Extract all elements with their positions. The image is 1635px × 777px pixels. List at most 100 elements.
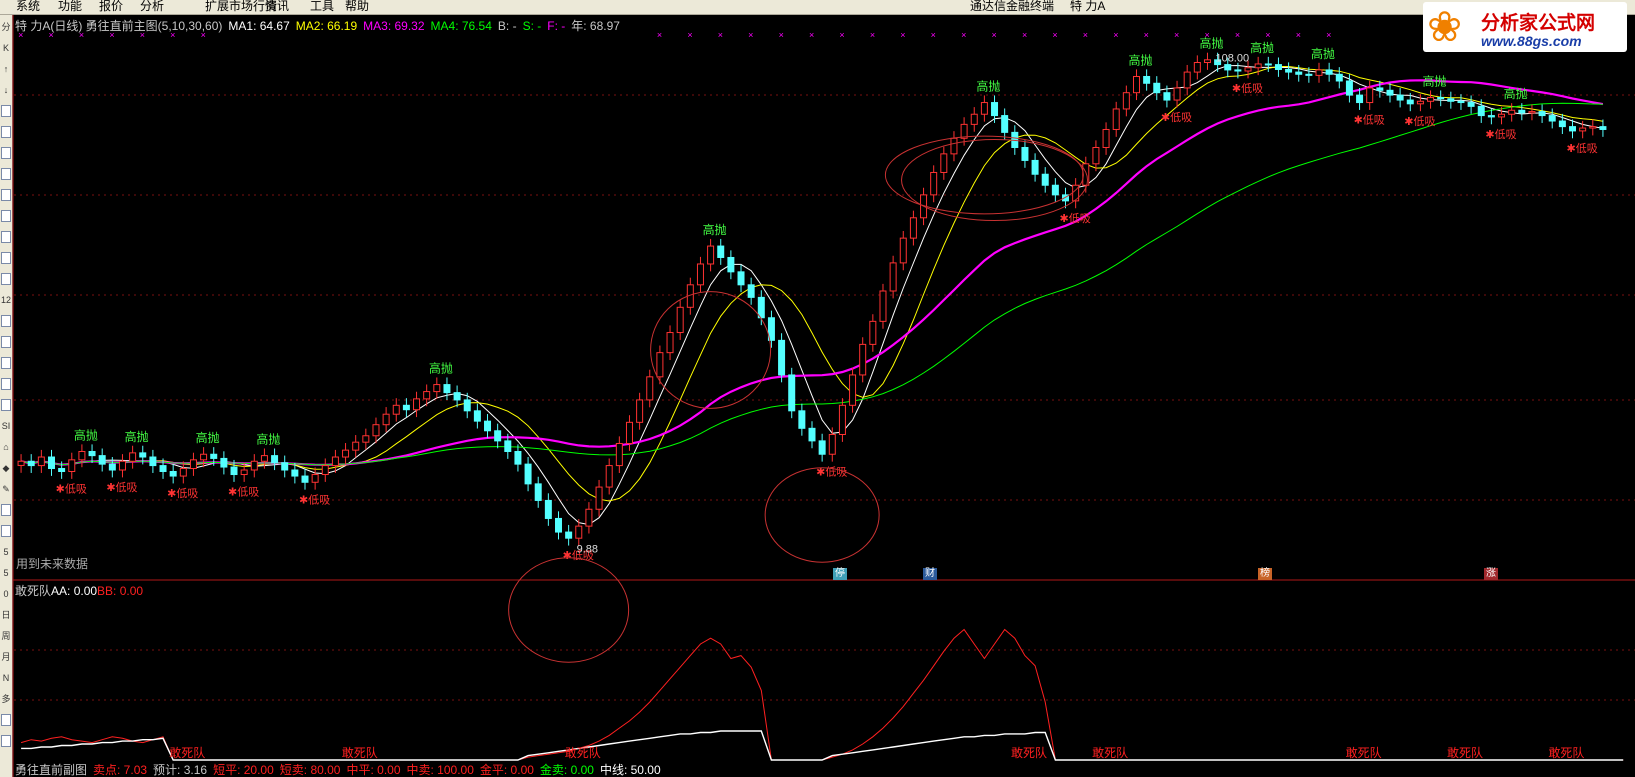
candle-body-113 xyxy=(1163,92,1171,101)
sell-mark-10: 高抛 xyxy=(1311,46,1335,61)
x-mark-75: × xyxy=(779,30,784,40)
candle-body-44 xyxy=(463,399,471,412)
x-mark-78: × xyxy=(809,30,814,40)
x-mark-63: × xyxy=(657,30,662,40)
candle-body-56 xyxy=(585,508,593,527)
buy-mark-8: ✱低吸 xyxy=(1161,111,1192,124)
candle-body-108 xyxy=(1112,108,1120,130)
candle-body-132 xyxy=(1356,94,1364,104)
sell-mark-6: 高抛 xyxy=(976,78,1000,93)
candle-body-15 xyxy=(169,471,177,477)
x-mark-123: × xyxy=(1265,30,1270,40)
candle-body-119 xyxy=(1224,64,1232,71)
candle-body-109 xyxy=(1122,92,1130,110)
candle-body-91 xyxy=(940,153,948,173)
candle-body-143 xyxy=(1467,102,1475,107)
candle-body-82 xyxy=(849,374,857,406)
candle-body-126 xyxy=(1295,71,1303,75)
candle-body-9 xyxy=(108,463,116,471)
candle-body-97 xyxy=(1001,115,1009,133)
candle-body-54 xyxy=(565,531,573,539)
candle-body-85 xyxy=(879,290,887,322)
candle-body-93 xyxy=(960,123,968,139)
chart-grid xyxy=(12,15,1635,777)
candle-body-112 xyxy=(1153,82,1161,94)
sell-mark-0: 高抛 xyxy=(74,427,98,442)
candle-body-99 xyxy=(1021,146,1029,161)
candle-body-22 xyxy=(240,469,248,476)
candle-body-23 xyxy=(250,460,258,471)
candle-body-36 xyxy=(382,413,390,426)
x-mark-84: × xyxy=(870,30,875,40)
bottom_bar-0: 勇往直前副图 xyxy=(15,763,88,777)
main_header-7: F: - xyxy=(547,19,566,33)
buy-mark-4: ✱低吸 xyxy=(299,493,330,506)
x-mark-99: × xyxy=(1022,30,1027,40)
candle-body-147 xyxy=(1508,109,1516,115)
candle-body-77 xyxy=(798,410,806,429)
x-mark-90: × xyxy=(931,30,936,40)
x-mark-114: × xyxy=(1174,30,1179,40)
event-marker-0: 停 xyxy=(833,568,847,580)
candle-body-137 xyxy=(1406,99,1414,105)
main-indicator-header: 特 力A(日线) 勇往直前主图(5,10,30,60) MA1: 64.67 MA2… xyxy=(15,17,626,34)
candle-body-111 xyxy=(1143,75,1151,84)
buy-mark-0: ✱低吸 xyxy=(56,483,87,496)
candle-body-58 xyxy=(605,465,613,488)
candle-body-78 xyxy=(808,427,816,442)
sub-indicator-chart: 敢死队 敢死队 敢死队 敢死队 敢死队 敢死队 敢死队 敢死队 xyxy=(20,628,1624,761)
x-mark-129: × xyxy=(1326,30,1331,40)
sub_header-0: 敢死队 xyxy=(15,584,52,598)
kline-chart[interactable]: ✱低吸高抛✱低吸高抛✱低吸高抛✱低吸高抛✱低吸高抛✱低吸高抛✱低吸高抛✱低吸高抛… xyxy=(0,0,1635,777)
candle-body-129 xyxy=(1325,69,1333,75)
future-data-note: 用到未来数据 xyxy=(16,557,89,571)
candle-body-101 xyxy=(1041,173,1049,186)
candle-body-127 xyxy=(1305,73,1313,76)
event-marker-1: 财 xyxy=(923,568,937,580)
candle-body-16 xyxy=(179,468,187,477)
candle-body-145 xyxy=(1487,115,1495,118)
candle-body-115 xyxy=(1183,71,1191,89)
candle-body-19 xyxy=(210,453,218,459)
candle-body-50 xyxy=(524,463,532,485)
low-price-label: 9.88 xyxy=(577,544,598,556)
candle-body-154 xyxy=(1579,127,1587,132)
candle-body-70 xyxy=(727,256,735,273)
candle-body-64 xyxy=(666,332,674,354)
candle-body-30 xyxy=(321,465,329,476)
candle-body-94 xyxy=(970,113,978,125)
bottom_bar-5: 中平: 0.00 xyxy=(346,763,401,777)
sub-label-5: 敢死队 xyxy=(1346,745,1382,760)
candle-body-20 xyxy=(220,457,228,468)
candle-body-43 xyxy=(453,392,461,401)
bottom_bar-3: 短平: 20.00 xyxy=(213,763,274,777)
sell-mark-4: 高抛 xyxy=(429,361,453,376)
sell-mark-1: 高抛 xyxy=(125,429,149,444)
sell-mark-9: 高抛 xyxy=(1250,40,1274,55)
candle-body-67 xyxy=(696,263,704,286)
candle-body-34 xyxy=(362,435,370,443)
candle-body-100 xyxy=(1031,159,1039,175)
bottom_bar-2: 预计: 3.16 xyxy=(153,763,208,777)
candlestick-series xyxy=(17,52,1607,546)
candle-body-92 xyxy=(950,137,958,155)
candle-body-87 xyxy=(899,237,907,264)
candle-body-21 xyxy=(230,466,238,476)
candle-body-134 xyxy=(1376,87,1384,91)
candle-body-24 xyxy=(260,455,268,462)
candle-body-116 xyxy=(1193,62,1201,73)
event-marker-2: 榜 xyxy=(1258,568,1272,580)
candle-body-135 xyxy=(1386,89,1394,96)
candle-body-33 xyxy=(352,441,360,451)
candle-body-6 xyxy=(78,450,86,461)
candle-body-60 xyxy=(625,421,633,444)
candle-body-151 xyxy=(1548,115,1556,122)
sub-label-7: 敢死队 xyxy=(1548,745,1584,760)
main_header-3: MA3: 69.32 xyxy=(363,19,425,33)
high-price-label: 108.00 xyxy=(1215,53,1249,65)
bottom_bar-6: 中卖: 100.00 xyxy=(406,763,474,777)
sub-label-0: 敢死队 xyxy=(169,745,205,760)
candle-body-124 xyxy=(1274,64,1282,70)
candle-body-150 xyxy=(1538,111,1546,117)
candle-body-52 xyxy=(544,499,552,519)
